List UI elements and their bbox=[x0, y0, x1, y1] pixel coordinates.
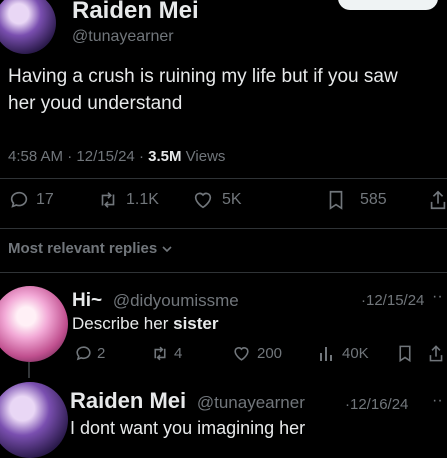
author-reply-handle[interactable]: @tunayearner bbox=[197, 393, 305, 412]
author-reply-date[interactable]: ·12/16/24 bbox=[345, 396, 408, 413]
follow-button[interactable] bbox=[338, 0, 438, 10]
views-count: 3.5M bbox=[148, 148, 182, 165]
more-icon[interactable]: ·· bbox=[432, 288, 443, 306]
more-icon[interactable]: ·· bbox=[432, 392, 443, 410]
reply-author-name[interactable]: Hi~ bbox=[72, 290, 102, 311]
author-reply-text: I dont want you imagining her bbox=[70, 418, 306, 438]
reply-icon bbox=[8, 189, 30, 211]
repost-icon bbox=[150, 344, 170, 363]
repost-count: 1.1K bbox=[126, 191, 159, 208]
tweet-meta: 4:58 AM · 12/15/24 · 3.5M Views bbox=[8, 148, 225, 165]
reply-text-bold: sister bbox=[173, 314, 219, 333]
views-label: Views bbox=[185, 148, 226, 165]
repost-action[interactable]: 1.1K bbox=[96, 189, 159, 211]
tweet-time[interactable]: 4:58 AM bbox=[8, 148, 63, 165]
tweet-text-line-2: her youd understand bbox=[8, 93, 183, 114]
reply-action[interactable]: 17 bbox=[8, 189, 54, 211]
replies-filter[interactable]: Most relevant replies bbox=[8, 240, 173, 257]
bookmark-count: 585 bbox=[360, 191, 387, 208]
meta-dot: · bbox=[138, 148, 144, 165]
tweet-date[interactable]: 12/15/24 bbox=[76, 148, 134, 165]
author-avatar[interactable] bbox=[0, 0, 56, 54]
divider bbox=[0, 228, 447, 229]
heart-icon bbox=[232, 344, 251, 363]
reply-reply-count: 2 bbox=[97, 345, 106, 362]
thread-line bbox=[28, 362, 30, 378]
reply-bookmark-action[interactable] bbox=[397, 344, 413, 363]
reply-reply-action[interactable]: 2 bbox=[74, 344, 105, 363]
reply-views-action[interactable]: 40K bbox=[318, 344, 369, 363]
divider bbox=[0, 178, 447, 179]
like-count: 5K bbox=[222, 191, 242, 208]
author-handle[interactable]: @tunayearner bbox=[72, 28, 174, 46]
replies-filter-label: Most relevant replies bbox=[8, 240, 158, 257]
reply-like-action[interactable]: 200 bbox=[232, 344, 282, 363]
meta-dot: · bbox=[67, 148, 73, 165]
reply-text-prefix: Describe her bbox=[72, 314, 174, 333]
reply-repost-count: 4 bbox=[174, 345, 183, 362]
reply-repost-action[interactable]: 4 bbox=[150, 344, 182, 363]
heart-icon bbox=[192, 189, 214, 211]
reply-date[interactable]: ·12/15/24 bbox=[361, 292, 424, 309]
author-reply-header: Raiden Mei @tunayearner bbox=[70, 388, 305, 414]
bookmark-action[interactable]: 585 bbox=[326, 189, 387, 211]
tweet-text-line-1: Having a crush is ruining my life but if… bbox=[8, 66, 398, 87]
share-icon bbox=[428, 344, 444, 363]
share-icon bbox=[428, 189, 447, 211]
reply-author-handle[interactable]: @didyoumissme bbox=[113, 291, 239, 310]
reply-author-avatar[interactable] bbox=[0, 286, 68, 362]
bookmark-icon bbox=[326, 189, 346, 211]
like-action[interactable]: 5K bbox=[192, 189, 242, 211]
author-name[interactable]: Raiden Mei bbox=[72, 0, 199, 25]
reply-icon bbox=[74, 344, 93, 363]
reply-like-count: 200 bbox=[257, 345, 283, 362]
reply-header: Hi~ @didyoumissme bbox=[72, 290, 239, 312]
reply-views-count: 40K bbox=[342, 345, 369, 362]
chevron-down-icon bbox=[161, 243, 173, 255]
repost-icon bbox=[96, 189, 120, 211]
reply-count: 17 bbox=[36, 191, 54, 208]
divider bbox=[0, 272, 447, 273]
reply-share-action[interactable] bbox=[428, 344, 444, 363]
bookmark-icon bbox=[397, 344, 413, 363]
views-icon bbox=[318, 344, 336, 363]
share-action[interactable] bbox=[428, 189, 447, 211]
author-reply-name[interactable]: Raiden Mei bbox=[70, 388, 186, 413]
reply-text: Describe her sister bbox=[72, 314, 218, 334]
